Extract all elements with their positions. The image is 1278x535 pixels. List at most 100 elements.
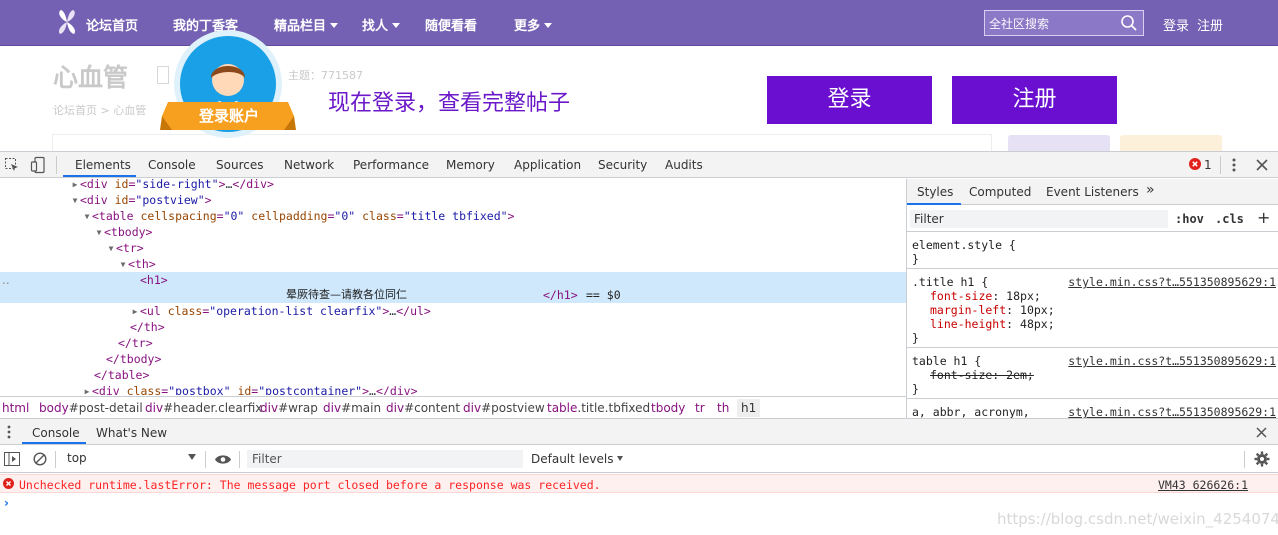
register-button[interactable]: 注册 [952,76,1117,124]
nav-browse-link[interactable]: 随便看看 [425,15,477,34]
rule-reset-selector[interactable]: a, abbr, acronym, [912,405,1030,418]
dom-node-postbox[interactable]: ▶ <div class="postbox" id="postcontainer"… [0,383,906,395]
crumb-main[interactable]: div#main [323,401,381,415]
chevron-down-icon [188,454,196,460]
devtools-tab-bar: Elements Console Sources Network Perform… [0,152,1278,178]
dom-node-table[interactable]: ▼ <table cellspacing="0" cellpadding="0" … [0,208,906,224]
crumb-tr[interactable]: tr [695,401,705,415]
tab-elements[interactable]: Elements [75,158,131,172]
sidebar-toggle-icon[interactable] [4,452,20,466]
rule-reset-source-link[interactable]: style.min.css?t…551350895629:1 [1068,405,1276,418]
crumb-table[interactable]: table.title.tbfixed [547,401,650,415]
dom-node-tbody[interactable]: ▼ <tbody> [0,224,906,240]
collapse-triangle-icon[interactable]: ▼ [94,225,104,241]
clear-console-icon[interactable] [33,452,47,466]
collapse-triangle-icon[interactable]: ▼ [70,193,80,209]
crumb-content[interactable]: div#content [386,401,460,415]
tab-security[interactable]: Security [598,158,647,172]
crumb-th[interactable]: th [717,401,729,415]
device-toolbar-icon[interactable] [30,156,46,174]
search-icon[interactable] [1120,14,1138,32]
rule-title-h1-source-link[interactable]: style.min.css?t…551350895629:1 [1068,275,1276,289]
toolbar-divider [1220,156,1221,174]
log-levels-dropdown[interactable]: Default levels [531,452,624,466]
dom-node-side-right[interactable]: ▶ <div id="side-right">…</div> [0,179,906,192]
flower-logo-icon[interactable] [54,9,80,35]
crumb-header[interactable]: div#header.clearfix [145,401,262,415]
page-breadcrumb[interactable]: 论坛首页 > 心血管 [53,102,146,118]
class-toggle[interactable]: .cls [1215,212,1244,226]
console-prompt-chevron-icon[interactable]: › [4,496,9,510]
expand-triangle-icon[interactable]: ▶ [70,179,80,193]
drawer-tab-console[interactable]: Console [32,426,80,440]
styles-filter-input[interactable] [910,210,1168,228]
crumb-html[interactable]: html [2,401,29,415]
dom-node-tr[interactable]: ▼ <tr> [0,240,906,256]
nav-home-link[interactable]: 论坛首页 [86,15,138,34]
console-filter-input[interactable] [247,450,523,468]
css-decl-font-size[interactable]: font-size: 18px; [930,289,1041,303]
crumb-h1-current[interactable]: h1 [737,399,761,417]
crumb-tbody[interactable]: tbody [651,401,685,415]
add-rule-plus-icon[interactable]: + [1257,208,1270,227]
dom-node-h1-selected[interactable]: <h1> 晕厥待查—请教各位同仁 </h1> == $0 ‥ [0,272,906,303]
css-decl-margin-left[interactable]: margin-left: 10px; [930,303,1055,317]
console-error-message[interactable]: Unchecked runtime.lastError: The message… [0,474,1278,493]
tab-application[interactable]: Application [514,158,581,172]
element-style-selector[interactable]: element.style { [912,238,1016,252]
more-actions-dots[interactable]: ‥ [2,272,10,288]
nav-more-menu[interactable]: 更多 [514,15,553,34]
drawer-tab-whats-new[interactable]: What's New [96,426,167,440]
rule-table-h1-selector[interactable]: table h1 { [912,354,981,368]
tab-event-listeners[interactable]: Event Listeners [1046,185,1139,199]
rule-table-h1-source-link[interactable]: style.min.css?t…551350895629:1 [1068,354,1276,368]
crumb-wrap[interactable]: div#wrap [260,401,318,415]
tab-audits[interactable]: Audits [665,158,703,172]
tab-styles[interactable]: Styles [917,185,953,199]
nav-register-link[interactable]: 注册 [1197,15,1223,34]
nav-find-people-menu[interactable]: 找人 [362,15,401,34]
collapse-triangle-icon[interactable]: ▼ [118,257,128,273]
tab-sources[interactable]: Sources [216,158,263,172]
collapse-triangle-icon[interactable]: ▼ [106,241,116,257]
more-options-icon[interactable] [1231,157,1237,173]
rule-title-h1-selector[interactable]: .title h1 { [912,275,988,289]
inspect-element-icon[interactable] [4,157,20,173]
login-button[interactable]: 登录 [767,76,932,124]
error-count[interactable]: 1 [1204,158,1212,172]
crumb-postview[interactable]: div#postview [463,401,545,415]
collapse-triangle-icon[interactable]: ▼ [82,209,92,225]
expand-triangle-icon[interactable]: ▶ [82,384,92,395]
more-tabs-chevron-icon[interactable]: » [1146,182,1155,198]
tab-computed[interactable]: Computed [969,185,1031,199]
page-title: 心血管 [53,63,129,92]
tab-memory[interactable]: Memory [446,158,495,172]
context-selector[interactable]: top [62,450,200,468]
site-search-input[interactable] [989,15,1114,33]
dom-node-postview[interactable]: ▼ <div id="postview"> [0,192,906,208]
crumb-body[interactable]: body#post-detail [39,401,143,415]
error-icon [3,478,14,489]
hover-state-toggle[interactable]: :hov [1175,212,1204,226]
css-decl-overridden-font-size[interactable]: font-size: 2em; [930,368,1034,382]
devtools-panel: Elements Console Sources Network Perform… [0,151,1278,535]
dom-node-table-close[interactable]: </table> [0,367,906,383]
eye-icon[interactable] [214,454,232,465]
dom-node-ul[interactable]: ▶ <ul class="operation-list clearfix">…</… [0,303,906,319]
expand-triangle-icon[interactable]: ▶ [130,304,140,320]
close-drawer-icon[interactable] [1256,427,1267,438]
css-decl-line-height[interactable]: line-height: 48px; [930,317,1055,331]
dom-node-th-close[interactable]: </th> [0,319,906,335]
nav-login-link[interactable]: 登录 [1163,15,1189,34]
tab-network[interactable]: Network [284,158,334,172]
gear-icon[interactable] [1254,451,1270,467]
dom-node-th[interactable]: ▼ <th> [0,256,906,272]
error-icon[interactable] [1189,158,1201,170]
tab-performance[interactable]: Performance [353,158,429,172]
dom-node-tbody-close[interactable]: </tbody> [0,351,906,367]
drawer-menu-icon[interactable] [6,425,12,439]
error-source-link[interactable]: VM43 626626:1 [1158,478,1248,492]
tab-console[interactable]: Console [148,158,196,172]
dom-node-tr-close[interactable]: </tr> [0,335,906,351]
close-icon[interactable] [1256,159,1268,171]
